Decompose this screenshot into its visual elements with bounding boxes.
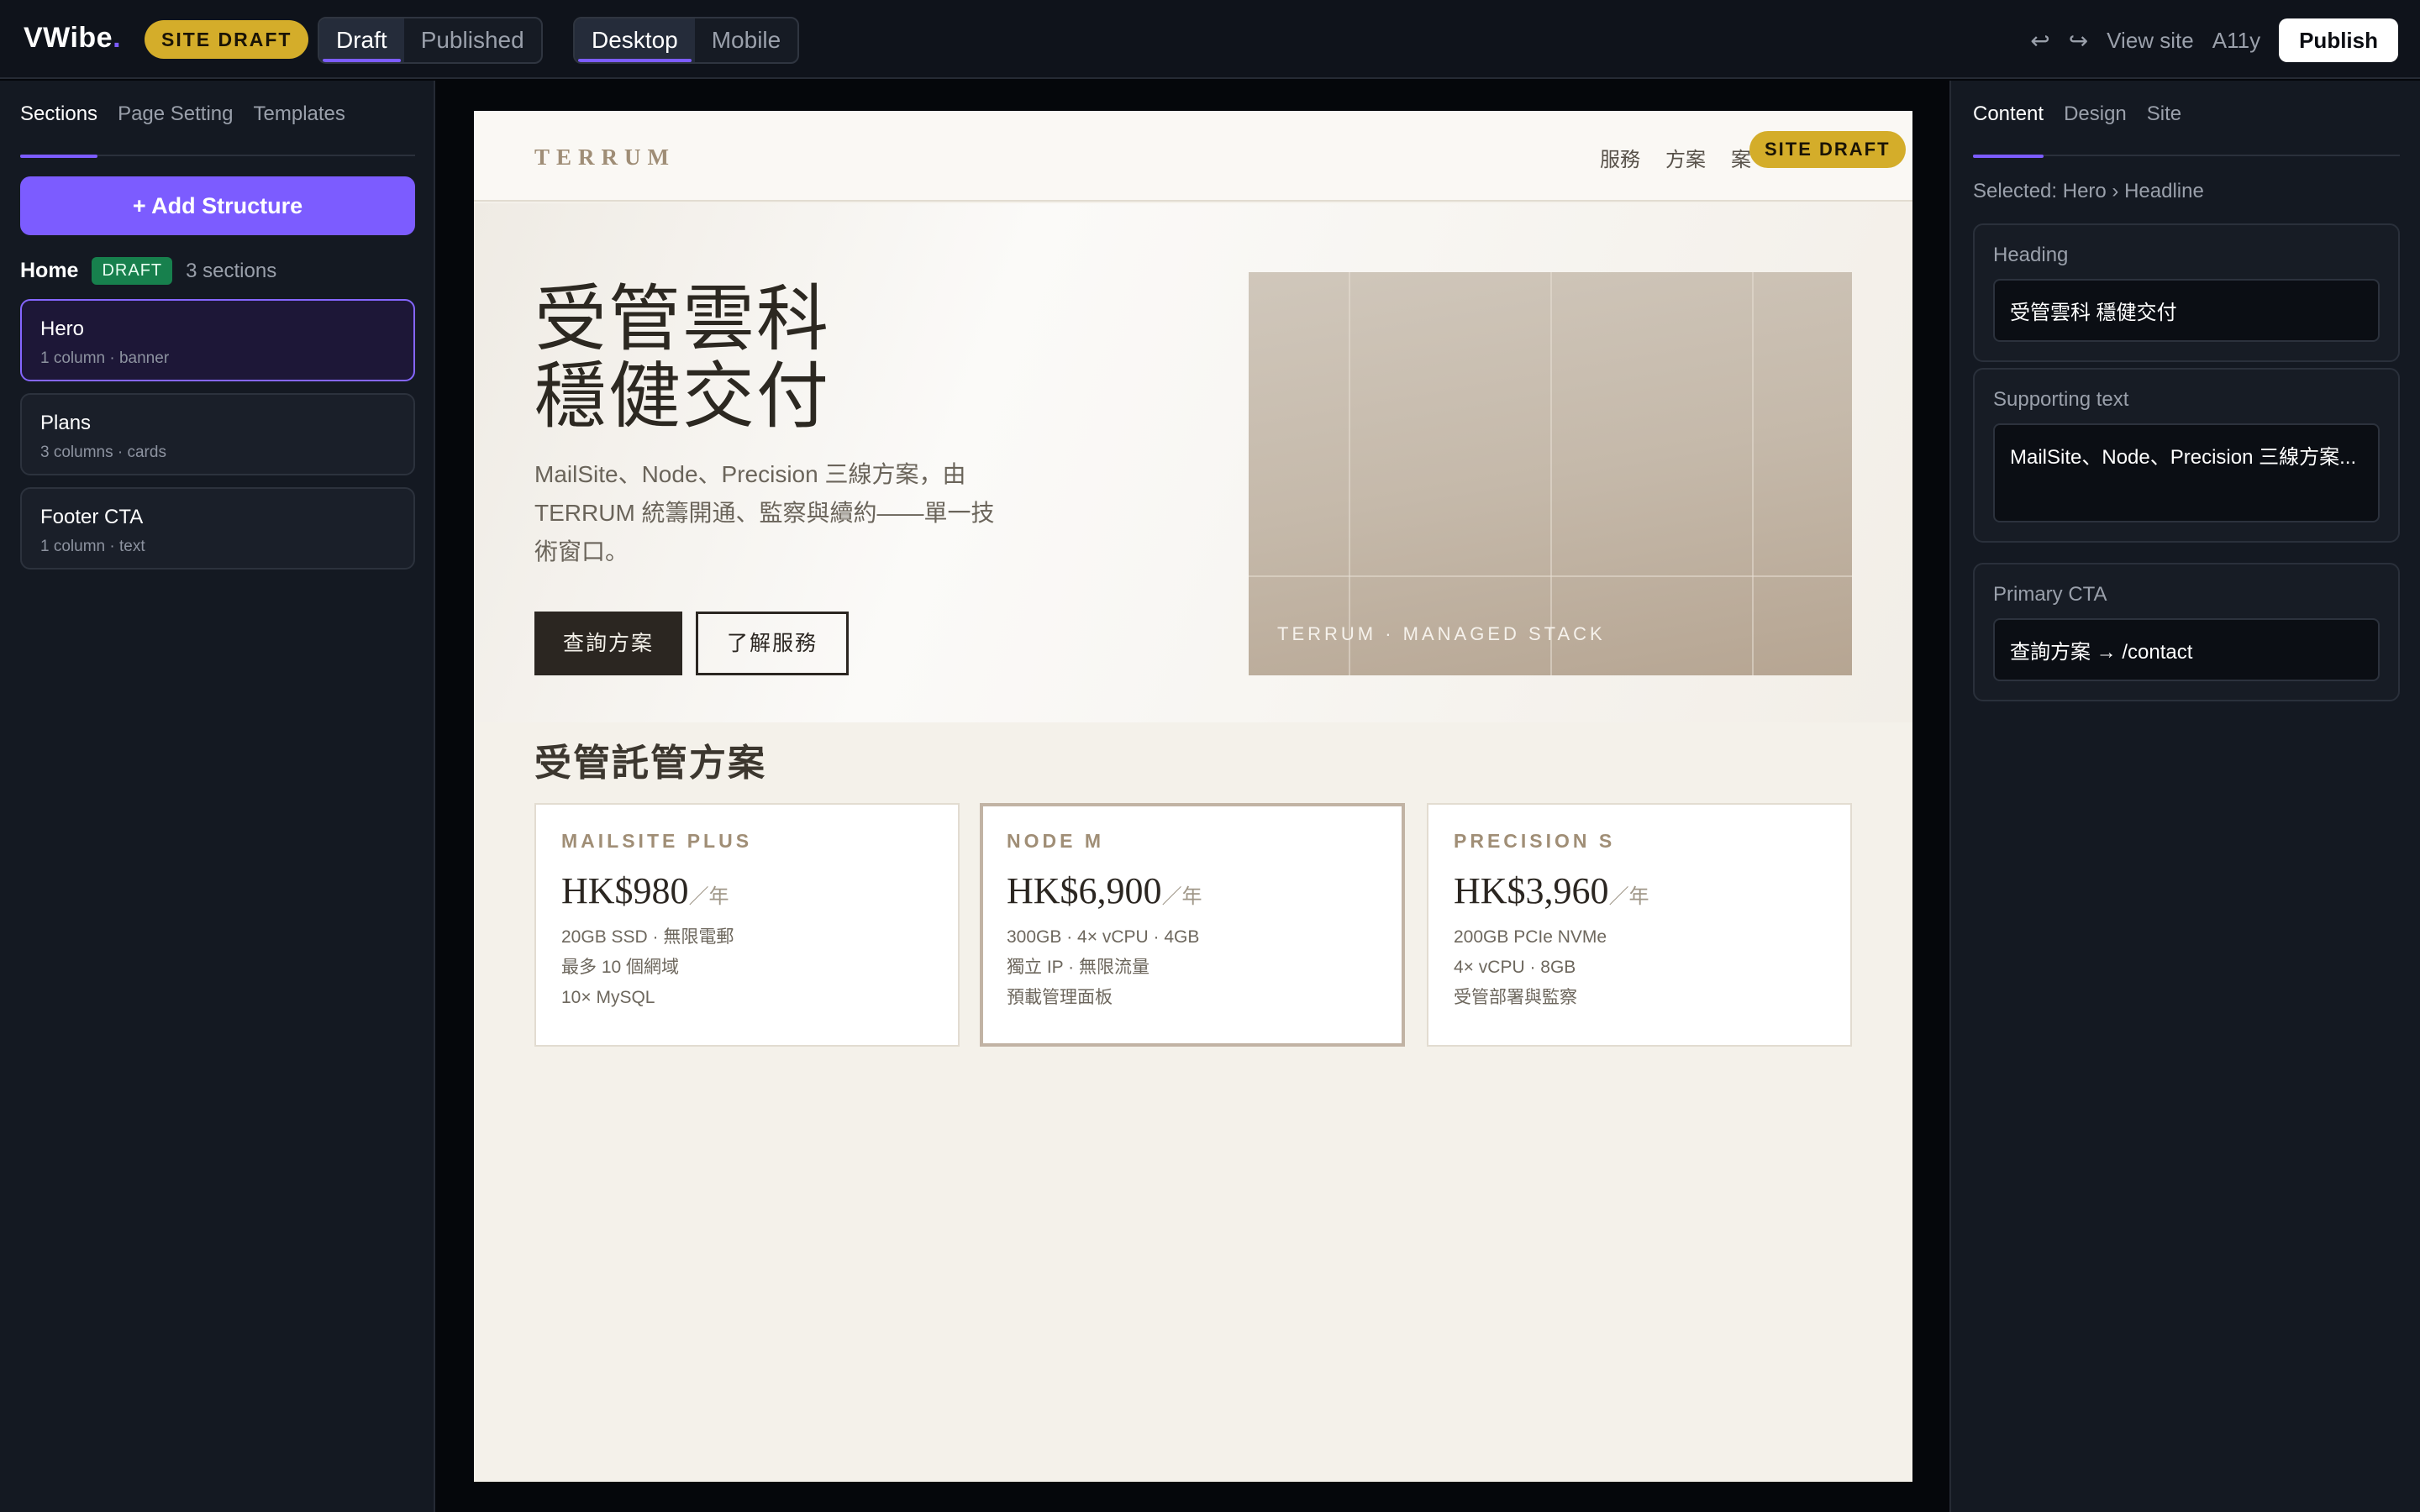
- left-tabs: Sections Page Setting Templates: [20, 102, 415, 158]
- selection-path: Selected: Hero › Headline: [1973, 180, 2204, 202]
- redo-icon[interactable]: ↪: [2069, 27, 2088, 55]
- supporting-text-field-group: Supporting text MailSite、Node、Precision …: [1973, 368, 2400, 543]
- app-logo[interactable]: VWibe.: [24, 22, 121, 55]
- primary-cta-input[interactable]: 查詢方案 → /contact: [1993, 618, 2380, 681]
- plan-price: HK$3,960／年: [1454, 870, 1649, 911]
- site-header: TERRUM 服務 方案 案 SITE DRAFT: [474, 111, 1912, 202]
- plan-name: MAILSITE PLUS: [561, 830, 753, 852]
- nav-link-cases[interactable]: 案: [1731, 143, 1751, 172]
- add-structure-button[interactable]: + Add Structure: [20, 176, 415, 235]
- hero-headline[interactable]: 受管雲科 穩健交付: [534, 281, 830, 435]
- plan-price: HK$980／年: [561, 870, 729, 911]
- undo-icon[interactable]: ↩: [2030, 27, 2049, 55]
- site-draft-badge: SITE DRAFT: [145, 20, 309, 59]
- site-draft-badge: SITE DRAFT: [1749, 131, 1906, 168]
- field-label: Supporting text: [1993, 388, 2129, 411]
- field-label: Primary CTA: [1993, 583, 2107, 606]
- right-panel: Content Design Site Selected: Hero › Hea…: [1949, 81, 2420, 1512]
- nav-link-plans[interactable]: 方案: [1665, 143, 1706, 172]
- hero-section[interactable]: 受管雲科 穩健交付 MailSite、Node、Precision 三線方案，由…: [474, 203, 1912, 722]
- hero-image-grid: [1249, 272, 1852, 675]
- tab-content[interactable]: Content: [1973, 102, 2044, 158]
- inspector-tabs: Content Design Site: [1973, 102, 2400, 158]
- tab-sections[interactable]: Sections: [20, 102, 98, 158]
- top-bar: VWibe. SITE DRAFT Draft Published Deskto…: [0, 0, 2420, 79]
- section-item-hero[interactable]: Hero 1 column · banner: [20, 299, 415, 381]
- plan-name: PRECISION S: [1454, 830, 1616, 852]
- hero-supporting-text[interactable]: MailSite、Node、Precision 三線方案，由 TERRUM 統籌…: [534, 455, 1005, 571]
- section-meta: 3 columns · cards: [40, 444, 166, 461]
- site-nav: 服務 方案 案: [1600, 143, 1751, 172]
- supporting-text-textarea[interactable]: MailSite、Node、Precision 三線方案...: [1993, 423, 2380, 522]
- section-title: Plans: [40, 412, 92, 434]
- site-preview-canvas: TERRUM 服務 方案 案 SITE DRAFT 受管雲科 穩健交付 Mail…: [474, 111, 1912, 1482]
- plan-card-mailsite-plus[interactable]: MAILSITE PLUS HK$980／年 20GB SSD · 無限電郵 最…: [534, 803, 960, 1047]
- hero-primary-cta[interactable]: 查詢方案: [534, 612, 683, 675]
- primary-cta-field-group: Primary CTA 查詢方案 → /contact: [1973, 563, 2400, 701]
- view-desktop-tab[interactable]: Desktop: [575, 18, 695, 62]
- section-item-plans[interactable]: Plans 3 columns · cards: [20, 393, 415, 475]
- tab-templates[interactable]: Templates: [254, 102, 345, 156]
- section-title: Hero: [40, 318, 85, 340]
- plan-price: HK$6,900／年: [1007, 870, 1202, 911]
- view-site-link[interactable]: View site: [2107, 28, 2194, 54]
- tab-site[interactable]: Site: [2147, 102, 2181, 156]
- device-toggle: Desktop Mobile: [573, 17, 800, 64]
- section-title: Footer CTA: [40, 506, 144, 528]
- plan-card-precision-s[interactable]: PRECISION S HK$3,960／年 200GB PCIe NVMe 4…: [1427, 803, 1852, 1047]
- plan-name: NODE M: [1007, 830, 1104, 852]
- mode-draft-tab[interactable]: Draft: [319, 18, 404, 62]
- publish-button[interactable]: Publish: [2279, 18, 2398, 62]
- plan-features: 200GB PCIe NVMe 4× vCPU · 8GB 受管部署與監察: [1454, 927, 1607, 1007]
- a11y-button[interactable]: A11y: [2212, 28, 2260, 54]
- view-mobile-tab[interactable]: Mobile: [695, 18, 797, 62]
- hero-secondary-cta[interactable]: 了解服務: [696, 612, 850, 675]
- section-count: 3 sections: [186, 259, 277, 282]
- page-header: Home DRAFT 3 sections: [20, 257, 276, 285]
- nav-link-services[interactable]: 服務: [1600, 143, 1640, 172]
- section-item-footer-cta[interactable]: Footer CTA 1 column · text: [20, 487, 415, 570]
- draft-published-toggle: Draft Published: [318, 17, 543, 64]
- left-panel: Sections Page Setting Templates + Add St…: [0, 81, 435, 1512]
- section-meta: 1 column · banner: [40, 349, 170, 367]
- plan-features: 300GB · 4× vCPU · 4GB 獨立 IP · 無限流量 預載管理面…: [1007, 927, 1200, 1007]
- field-label: Heading: [1993, 244, 2069, 266]
- heading-field-group: Heading 受管雲科 穩健交付: [1973, 223, 2400, 362]
- plan-card-node-m[interactable]: NODE M HK$6,900／年 300GB · 4× vCPU · 4GB …: [980, 803, 1405, 1047]
- hero-image[interactable]: TERRUM · MANAGED STACK: [1249, 272, 1852, 675]
- hero-image-caption: TERRUM · MANAGED STACK: [1277, 623, 1606, 644]
- page-name: Home: [20, 259, 79, 282]
- site-brand[interactable]: TERRUM: [534, 144, 676, 171]
- section-meta: 1 column · text: [40, 538, 145, 555]
- topbar-actions: ↩ ↪ View site A11y Publish: [2030, 18, 2398, 62]
- page-status-badge: DRAFT: [92, 257, 173, 285]
- tab-page-setting[interactable]: Page Setting: [118, 102, 233, 156]
- heading-input[interactable]: 受管雲科 穩健交付: [1993, 279, 2380, 342]
- mode-published-tab[interactable]: Published: [404, 18, 541, 62]
- plans-title[interactable]: 受管託管方案: [534, 732, 766, 786]
- tab-design[interactable]: Design: [2064, 102, 2127, 156]
- plan-features: 20GB SSD · 無限電郵 最多 10 個網域 10× MySQL: [561, 927, 734, 1007]
